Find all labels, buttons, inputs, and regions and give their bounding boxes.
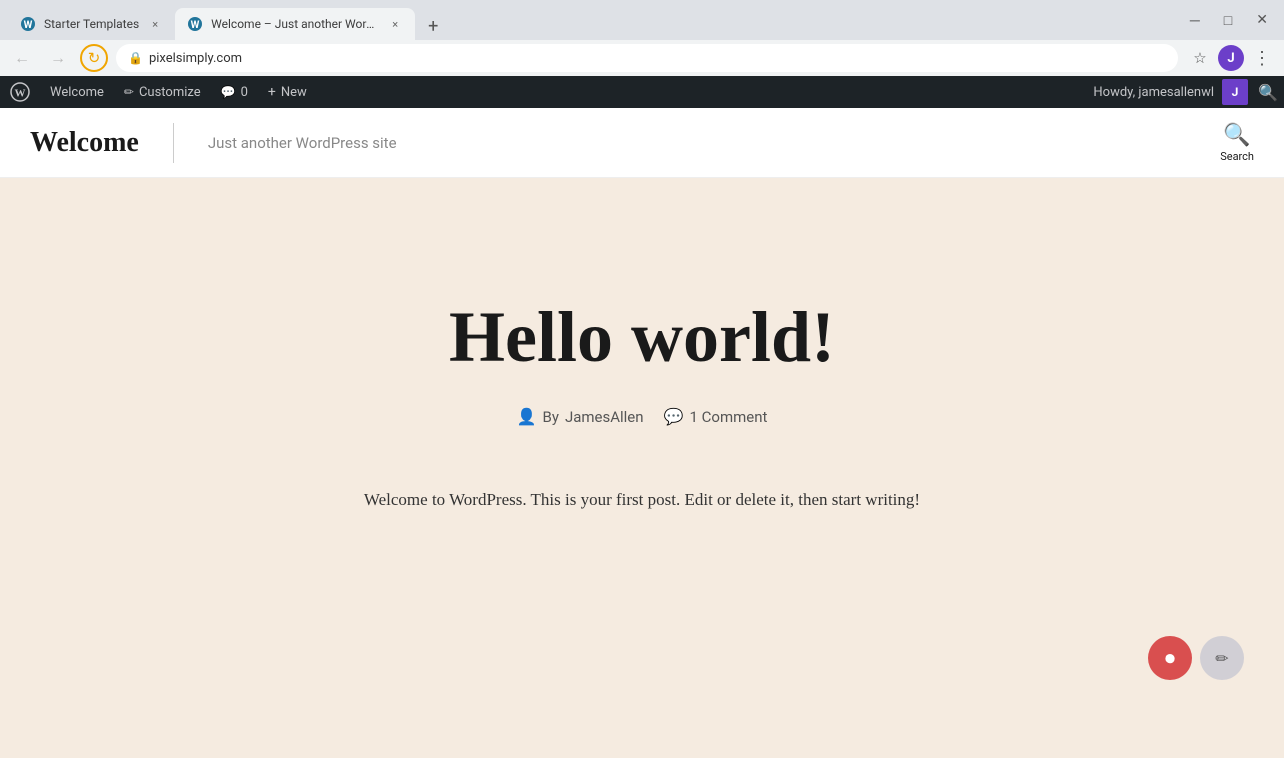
tab1-favicon: W xyxy=(20,16,36,32)
profile-avatar-button[interactable]: J xyxy=(1218,45,1244,71)
record-button[interactable]: ⏺ xyxy=(1148,636,1192,680)
url-text: pixelsimply.com xyxy=(149,51,242,66)
admin-customize-link[interactable]: ✏ Customize xyxy=(114,76,211,108)
svg-text:W: W xyxy=(15,88,26,100)
wp-admin-bar: W Welcome ✏ Customize 💬 0 + New Howdy, j… xyxy=(0,76,1284,108)
search-icon: 🔍 xyxy=(1223,123,1250,148)
admin-new-link[interactable]: + New xyxy=(258,76,317,108)
comment-icon: 💬 xyxy=(664,407,684,426)
url-bar[interactable]: 🔒 pixelsimply.com xyxy=(116,44,1178,72)
svg-text:W: W xyxy=(191,20,200,31)
admin-bar-right: Howdy, jamesallenwl J 🔍 xyxy=(1083,76,1284,108)
tab-starter-templates[interactable]: W Starter Templates × xyxy=(8,8,175,40)
reload-button[interactable]: ↻ xyxy=(80,44,108,72)
post-meta: 👤 By JamesAllen 💬 1 Comment xyxy=(517,407,768,426)
svg-text:W: W xyxy=(24,20,33,31)
edit-button[interactable]: ✏ xyxy=(1200,636,1244,680)
site-title[interactable]: Welcome xyxy=(30,127,139,159)
comment-icon: 💬 xyxy=(221,85,236,99)
floating-widget: ⏺ ✏ xyxy=(1148,636,1244,680)
bookmark-button[interactable]: ☆ xyxy=(1186,44,1214,72)
admin-welcome-link[interactable]: Welcome xyxy=(40,76,114,108)
site-tagline: Just another WordPress site xyxy=(208,134,397,152)
tab2-favicon: W xyxy=(187,16,203,32)
post-comments: 💬 1 Comment xyxy=(664,407,768,426)
author-name[interactable]: JamesAllen xyxy=(565,408,644,426)
site-header: Welcome Just another WordPress site 🔍 Se… xyxy=(0,108,1284,178)
window-controls: ─ □ ✕ xyxy=(1182,8,1276,33)
admin-welcome-label: Welcome xyxy=(50,85,104,100)
tab1-close-button[interactable]: × xyxy=(147,16,163,32)
admin-customize-label: Customize xyxy=(139,85,201,100)
tab2-title: Welcome – Just another WordPr... xyxy=(211,17,379,31)
wp-logo-button[interactable]: W xyxy=(0,76,40,108)
admin-search-button[interactable]: 🔍 xyxy=(1252,76,1284,108)
lock-icon: 🔒 xyxy=(128,51,143,65)
extensions-button[interactable]: ⋮ xyxy=(1248,44,1276,72)
customize-icon: ✏ xyxy=(124,85,134,99)
comments-count[interactable]: 1 Comment xyxy=(689,408,767,426)
tab-welcome[interactable]: W Welcome – Just another WordPr... × xyxy=(175,8,415,40)
admin-comments-count: 0 xyxy=(241,85,248,100)
admin-new-label: New xyxy=(281,85,307,100)
tab2-close-button[interactable]: × xyxy=(387,16,403,32)
header-divider xyxy=(173,123,174,163)
record-icon: ⏺ xyxy=(1165,646,1175,670)
author-prefix: By xyxy=(542,408,558,426)
post-body: Welcome to WordPress. This is your first… xyxy=(364,486,920,513)
howdy-text: Howdy, jamesallenwl xyxy=(1083,85,1218,100)
search-label: Search xyxy=(1220,150,1254,163)
edit-icon: ✏ xyxy=(1215,649,1228,668)
admin-avatar[interactable]: J xyxy=(1222,79,1248,105)
post-content: Hello world! 👤 By JamesAllen 💬 1 Comment… xyxy=(364,298,920,513)
post-author: 👤 By JamesAllen xyxy=(517,407,644,426)
tab1-title: Starter Templates xyxy=(44,17,139,31)
author-icon: 👤 xyxy=(517,407,537,426)
main-content: Hello world! 👤 By JamesAllen 💬 1 Comment… xyxy=(0,178,1284,758)
address-actions: ☆ J ⋮ xyxy=(1186,44,1276,72)
admin-comments-link[interactable]: 💬 0 xyxy=(211,76,258,108)
site-branding: Welcome Just another WordPress site xyxy=(30,123,397,163)
address-bar: ← → ↻ 🔒 pixelsimply.com ☆ J ⋮ xyxy=(0,40,1284,76)
minimize-button[interactable]: ─ xyxy=(1182,8,1208,33)
browser-titlebar: W Starter Templates × W Welcome – Just a… xyxy=(0,0,1284,40)
search-button[interactable]: 🔍 Search xyxy=(1220,123,1254,163)
post-title: Hello world! xyxy=(449,298,835,377)
new-tab-button[interactable]: + xyxy=(419,12,447,40)
close-window-button[interactable]: ✕ xyxy=(1248,8,1276,32)
plus-icon: + xyxy=(268,84,276,100)
wp-logo-icon: W xyxy=(10,82,30,102)
maximize-button[interactable]: □ xyxy=(1216,8,1240,33)
back-button[interactable]: ← xyxy=(8,44,36,72)
tabs-area: W Starter Templates × W Welcome – Just a… xyxy=(8,0,1178,40)
forward-button[interactable]: → xyxy=(44,44,72,72)
